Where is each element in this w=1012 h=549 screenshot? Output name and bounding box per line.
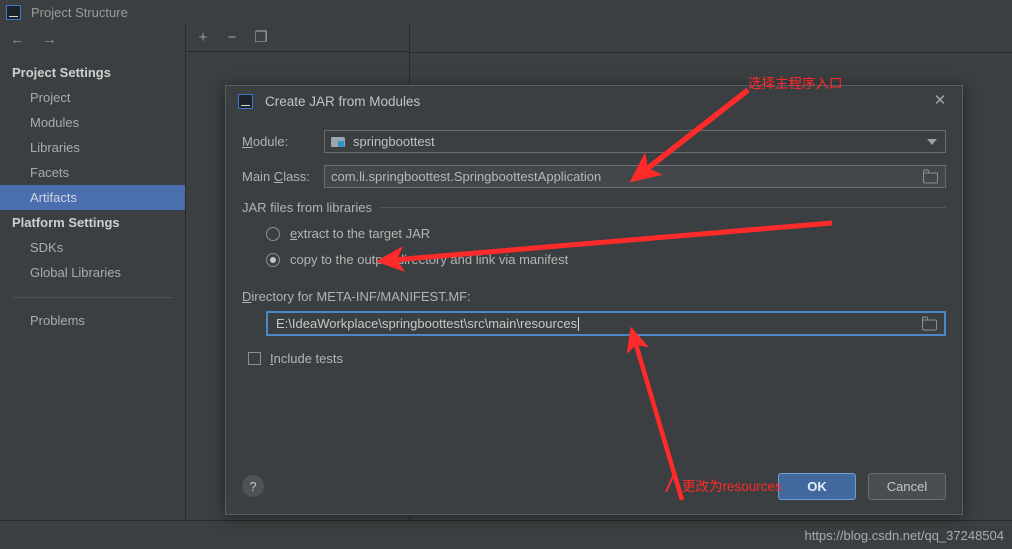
back-arrow-icon[interactable]: ←	[10, 32, 25, 47]
directory-label: Directory for META-INF/MANIFEST.MF:	[242, 289, 946, 304]
watermark: https://blog.csdn.net/qq_37248504	[804, 528, 1005, 543]
sidebar-item-facets[interactable]: Facets	[0, 160, 185, 185]
ok-button[interactable]: OK	[778, 472, 856, 500]
main-class-value: com.li.springboottest.SpringboottestAppl…	[331, 169, 602, 184]
copy-icon[interactable]: ❐	[253, 30, 269, 46]
sidebar-item-global-libraries[interactable]: Global Libraries	[0, 260, 185, 285]
tree-group-platform-settings: Platform Settings	[12, 215, 120, 230]
radio-extract-to-target-jar[interactable]	[266, 226, 280, 241]
jar-files-group-title: JAR files from libraries	[242, 200, 373, 215]
sidebar-item-modules[interactable]: Modules	[0, 110, 185, 135]
radio-copy-to-output-directory[interactable]	[266, 252, 280, 267]
tree-group-project-settings: Project Settings	[12, 65, 111, 80]
create-jar-dialog: Create JAR from Modules ✕ Module: spring…	[225, 85, 963, 515]
sidebar-item-libraries[interactable]: Libraries	[0, 135, 185, 160]
directory-value: E:\IdeaWorkplace\springboottest\src\main…	[276, 316, 578, 331]
main-class-label: Main Class:	[242, 169, 324, 184]
jar-files-group: JAR files from libraries extract to the …	[242, 200, 946, 267]
radio-copy-label: copy to the output directory and link vi…	[290, 252, 569, 267]
directory-browse-icon[interactable]	[921, 316, 938, 330]
module-label: Module:	[242, 134, 324, 149]
main-class-label-mnemonic: C	[273, 169, 284, 184]
artifacts-toolbar: + − ❐	[186, 24, 409, 52]
forward-arrow-icon[interactable]: →	[42, 32, 57, 47]
chevron-down-icon[interactable]	[927, 138, 937, 145]
cancel-button[interactable]: Cancel	[868, 472, 946, 500]
include-tests-rest: nclude tests	[273, 351, 343, 366]
group-divider	[380, 207, 946, 208]
remove-icon[interactable]: −	[224, 30, 240, 46]
directory-input[interactable]: E:\IdeaWorkplace\springboottest\src\main…	[266, 311, 946, 336]
sidebar-item-sdks[interactable]: SDKs	[0, 235, 185, 260]
module-combobox[interactable]: springboottest	[324, 130, 946, 153]
include-tests-label: Include tests	[270, 351, 343, 366]
include-tests-row[interactable]: Include tests	[242, 351, 946, 366]
main-class-row: Main Class: com.li.springboottest.Spring…	[242, 165, 946, 188]
module-label-rest: odule:	[252, 134, 289, 149]
directory-label-mnemonic: D	[242, 289, 252, 304]
dialog-title: Create JAR from Modules	[265, 93, 421, 109]
window-titlebar: Project Structure	[0, 0, 1012, 24]
help-button[interactable]: ?	[242, 475, 264, 497]
main-class-label-rest: lass:	[283, 169, 310, 184]
window-title: Project Structure	[31, 4, 128, 20]
sidebar-item-artifacts[interactable]: Artifacts	[0, 185, 185, 210]
screen: Project Structure ← → Project Settings P…	[0, 0, 1012, 549]
radio-extract-label: extract to the target JAR	[290, 226, 430, 241]
radio-extract-row[interactable]: extract to the target JAR	[242, 226, 946, 241]
dialog-intellij-logo-icon	[238, 93, 253, 109]
close-icon[interactable]: ✕	[932, 93, 948, 109]
main-class-input[interactable]: com.li.springboottest.SpringboottestAppl…	[324, 165, 946, 188]
module-row: Module: springboottest	[242, 130, 946, 153]
sidebar: ← → Project Settings Project Modules Lib…	[0, 24, 186, 549]
text-caret	[578, 316, 580, 331]
sidebar-divider	[12, 297, 173, 298]
radio-copy-row[interactable]: copy to the output directory and link vi…	[242, 252, 946, 267]
module-label-mnemonic: M	[242, 134, 253, 149]
sidebar-item-project[interactable]: Project	[0, 85, 185, 110]
jar-files-group-header: JAR files from libraries	[242, 200, 946, 215]
sidebar-nav: ← →	[0, 24, 185, 54]
main-class-label-prefix: Main	[242, 169, 274, 184]
panel-horizontal-divider	[409, 52, 1012, 53]
dialog-titlebar: Create JAR from Modules ✕	[226, 86, 962, 116]
dialog-footer: ? OK Cancel	[226, 458, 962, 514]
directory-label-rest: irectory for META-INF/MANIFEST.MF:	[251, 289, 471, 304]
add-icon[interactable]: +	[195, 30, 211, 46]
settings-tree: Project Settings Project Modules Librari…	[0, 54, 185, 333]
module-value: springboottest	[353, 134, 435, 149]
main-class-browse-icon[interactable]	[922, 169, 939, 183]
radio-extract-rest: xtract to the target JAR	[297, 226, 431, 241]
include-tests-checkbox[interactable]	[248, 352, 261, 365]
intellij-logo-icon	[6, 4, 21, 20]
sidebar-item-problems[interactable]: Problems	[0, 308, 185, 333]
dialog-body: Module: springboottest Main Class: com.l…	[226, 116, 962, 366]
module-folder-icon	[331, 136, 346, 148]
annotation-bottom-text: 更改为resources	[682, 479, 782, 494]
annotation-top-text: 选择主程序入口	[748, 76, 843, 91]
